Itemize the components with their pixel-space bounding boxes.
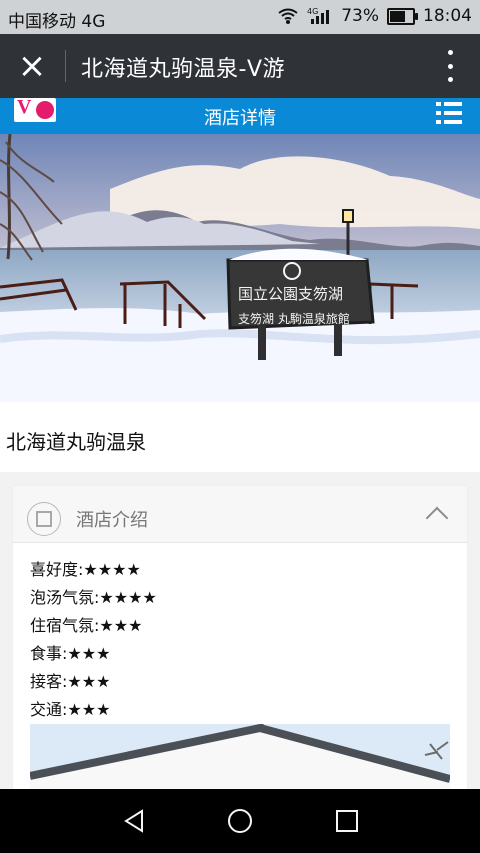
intro-header[interactable]: 酒店介绍: [13, 486, 467, 543]
rating-row: 住宿气氛:★★★: [30, 612, 450, 640]
wechat-header: × 北海道丸驹温泉-V游: [0, 34, 480, 98]
app-title: 酒店详情: [204, 108, 276, 129]
rating-label: 食事:: [30, 644, 68, 663]
signal-icon: 4G: [307, 6, 333, 26]
close-button[interactable]: ×: [16, 46, 48, 86]
menu-list-button[interactable]: [436, 102, 462, 124]
rating-row: 食事:★★★: [30, 640, 450, 668]
back-triangle-icon: [124, 809, 143, 833]
frame-icon: [27, 502, 61, 536]
list-icon: [436, 102, 462, 106]
rating-label: 喜好度:: [30, 560, 84, 579]
rating-row: 交通:★★★: [30, 696, 450, 724]
more-dot-icon: [447, 50, 453, 55]
battery-percent: 73%: [341, 6, 379, 26]
list-icon: [436, 120, 462, 124]
recent-apps-button[interactable]: [336, 810, 358, 832]
rating-row: 接客:★★★: [30, 668, 450, 696]
more-options-button[interactable]: [446, 50, 454, 82]
chevron-up-icon[interactable]: [425, 506, 449, 530]
time-text: 18:04: [423, 6, 472, 26]
list-icon: [436, 111, 462, 115]
network-label: 4G: [307, 7, 318, 16]
hotel-intro-card: 酒店介绍 喜好度:★★★★ 泡汤气氛:★★★★ 住宿气氛:★★★ 食事:★★★ …: [13, 486, 467, 789]
android-navigation-bar: [0, 789, 480, 853]
star-rating: ★★★★: [83, 560, 141, 579]
page-title: 北海道丸驹温泉-V游: [81, 57, 285, 82]
sign-line1: 国立公園支笏湖: [238, 285, 343, 303]
rating-label: 交通:: [30, 700, 68, 719]
home-button[interactable]: [228, 809, 252, 833]
battery-icon: [387, 7, 418, 25]
hotel-hero-image: 国立公園支笏湖 支笏湖 丸駒温泉旅館: [0, 134, 480, 402]
close-icon: ×: [17, 46, 47, 86]
rating-row: 泡汤气氛:★★★★: [30, 584, 450, 612]
hotel-name: 北海道丸驹温泉: [6, 430, 146, 454]
hotel-name-section: 北海道丸驹温泉: [0, 402, 480, 472]
app-bar: V 酒店详情: [0, 98, 480, 134]
status-indicators: 4G 73% 18:04: [277, 6, 472, 26]
intro-title: 酒店介绍: [76, 510, 148, 531]
star-rating: ★★★: [67, 644, 111, 663]
rating-label: 接客:: [30, 672, 68, 691]
rating-label: 住宿气氛:: [30, 616, 100, 635]
star-rating: ★★★★: [99, 588, 157, 607]
building-photo: [30, 724, 450, 789]
header-divider: [65, 50, 66, 82]
rating-label: 泡汤气氛:: [30, 588, 100, 607]
rating-row: 喜好度:★★★★: [30, 556, 450, 584]
star-rating: ★★★: [67, 672, 111, 691]
star-rating: ★★★: [99, 616, 143, 635]
more-dot-icon: [447, 63, 453, 69]
star-rating: ★★★: [67, 700, 111, 719]
back-button[interactable]: [121, 808, 147, 834]
carrier-text: 中国移动 4G: [8, 12, 106, 32]
wifi-icon: [277, 7, 299, 25]
status-bar: 中国移动 4G 4G 73% 18:04: [0, 0, 480, 34]
more-dot-icon: [447, 77, 453, 82]
sign-line2: 支笏湖 丸駒温泉旅館: [238, 311, 350, 326]
ratings-list: 喜好度:★★★★ 泡汤气氛:★★★★ 住宿气氛:★★★ 食事:★★★ 接客:★★…: [30, 556, 450, 724]
